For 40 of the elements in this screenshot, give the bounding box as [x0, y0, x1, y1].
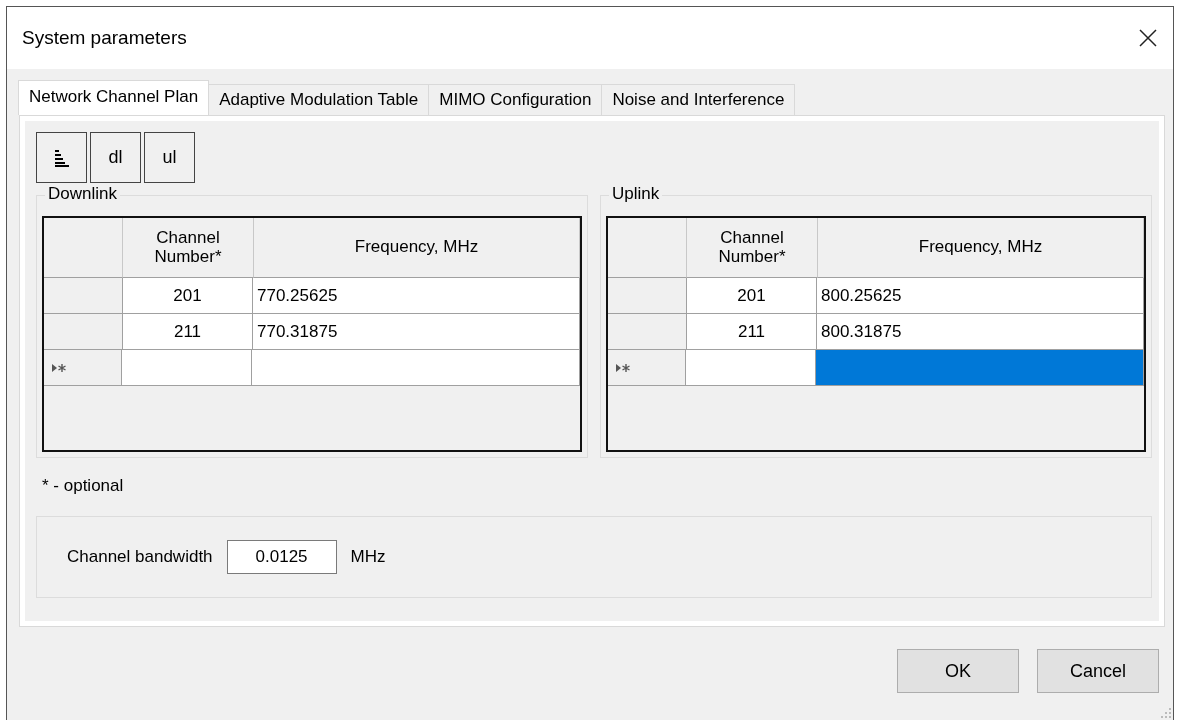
row-header[interactable] [44, 278, 123, 314]
bars-icon [54, 148, 69, 167]
column-header[interactable]: Channel Number* [687, 218, 818, 278]
ok-button[interactable]: OK [897, 649, 1019, 693]
new-row-icon [616, 363, 630, 372]
tab[interactable]: Noise and Interference [601, 84, 796, 115]
row-header[interactable] [608, 314, 687, 350]
new-row-icon [52, 363, 66, 372]
row-header[interactable] [44, 350, 122, 386]
table-cell[interactable] [816, 350, 1144, 386]
window-title: System parameters [22, 27, 187, 49]
row-header[interactable] [44, 314, 123, 350]
sort-button[interactable] [36, 132, 87, 183]
table-cell[interactable]: 800.25625 [817, 278, 1144, 314]
close-icon[interactable] [1139, 29, 1157, 47]
group-title: Uplink [609, 184, 663, 204]
table-cell[interactable]: 201 [123, 278, 253, 314]
table-cell[interactable]: 201 [687, 278, 817, 314]
table-cell[interactable]: 800.31875 [817, 314, 1144, 350]
column-header[interactable]: Frequency, MHz [254, 218, 580, 278]
table-cell[interactable] [252, 350, 580, 386]
row-header[interactable] [608, 350, 686, 386]
resize-grip-icon[interactable] [1161, 708, 1171, 718]
tab[interactable]: Network Channel Plan [18, 80, 210, 115]
column-header[interactable]: Channel Number* [123, 218, 254, 278]
table-cell[interactable]: 770.31875 [253, 314, 580, 350]
bandwidth-field[interactable]: 0.0125 [226, 540, 337, 574]
column-header[interactable]: Frequency, MHz [818, 218, 1144, 278]
table-cell[interactable] [122, 350, 252, 386]
unit-label: MHz [350, 547, 386, 567]
table-cell[interactable]: 211 [123, 314, 253, 350]
cancel-button[interactable]: Cancel [1037, 649, 1159, 693]
footnote: * - optional [42, 476, 125, 496]
field-label: Channel bandwidth [67, 547, 213, 567]
table-cell[interactable]: 211 [687, 314, 817, 350]
table-cell[interactable]: 770.25625 [253, 278, 580, 314]
table-cell[interactable] [686, 350, 816, 386]
toolbar-button[interactable]: dl [90, 132, 141, 183]
toolbar-button[interactable]: ul [144, 132, 195, 183]
row-header[interactable] [608, 278, 687, 314]
